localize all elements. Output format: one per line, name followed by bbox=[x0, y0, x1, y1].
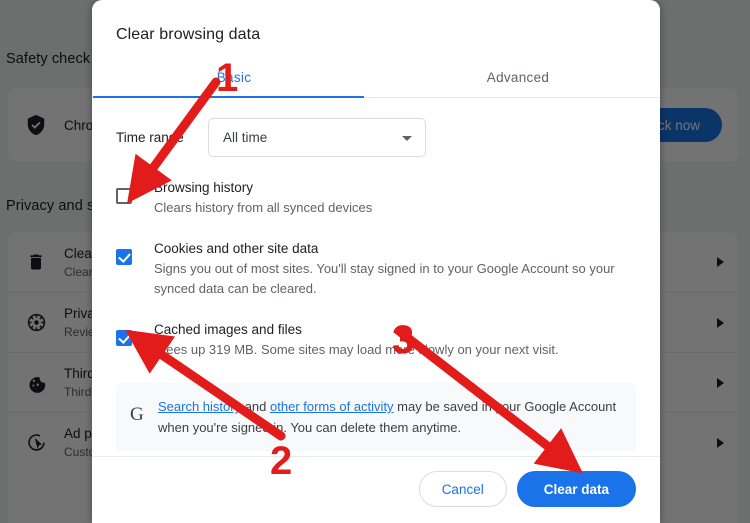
option-cached-images[interactable]: Cached images and files Frees up 319 MB.… bbox=[116, 320, 636, 360]
google-g-icon: G bbox=[130, 404, 144, 425]
info-box-text: Search history and other forms of activi… bbox=[158, 396, 620, 438]
clear-browsing-data-dialog: Clear browsing data Basic Advanced Time … bbox=[92, 0, 660, 523]
tab-basic[interactable]: Basic bbox=[92, 59, 376, 97]
other-forms-of-activity-link[interactable]: other forms of activity bbox=[270, 399, 394, 414]
time-range-row: Time range All time bbox=[116, 118, 636, 157]
option-title: Cookies and other site data bbox=[154, 241, 319, 256]
dialog-body: Time range All time Browsing history Cle… bbox=[92, 98, 660, 456]
option-title: Browsing history bbox=[154, 180, 254, 195]
time-range-label: Time range bbox=[116, 130, 184, 145]
cached-images-checkbox[interactable] bbox=[116, 330, 132, 346]
option-cookies[interactable]: Cookies and other site data Signs you ou… bbox=[116, 239, 636, 299]
time-range-value: All time bbox=[223, 130, 268, 145]
google-account-info-box: G Search history and other forms of acti… bbox=[116, 383, 636, 451]
info-text-mid: and bbox=[241, 399, 271, 414]
dialog-footer: Cancel Clear data bbox=[92, 456, 660, 523]
dialog-title: Clear browsing data bbox=[116, 26, 261, 43]
active-tab-indicator bbox=[93, 96, 364, 98]
option-title: Cached images and files bbox=[154, 322, 302, 337]
search-history-link[interactable]: Search history bbox=[158, 399, 241, 414]
screenshot-root: Safety check Chrome can help keep you sa… bbox=[0, 0, 750, 523]
option-browsing-history[interactable]: Browsing history Clears history from all… bbox=[116, 178, 636, 218]
clear-data-button[interactable]: Clear data bbox=[516, 471, 636, 507]
chevron-down-icon bbox=[402, 135, 412, 141]
browsing-history-checkbox[interactable] bbox=[116, 188, 132, 204]
cancel-button[interactable]: Cancel bbox=[418, 471, 507, 507]
cookies-checkbox[interactable] bbox=[116, 249, 132, 265]
option-description: Frees up 319 MB. Some sites may load mor… bbox=[154, 342, 559, 357]
option-description: Signs you out of most sites. You'll stay… bbox=[154, 261, 615, 296]
dialog-tabs: Basic Advanced bbox=[92, 59, 660, 98]
tab-advanced[interactable]: Advanced bbox=[376, 59, 660, 97]
time-range-select[interactable]: All time bbox=[208, 118, 426, 157]
option-description: Clears history from all synced devices bbox=[154, 200, 373, 215]
